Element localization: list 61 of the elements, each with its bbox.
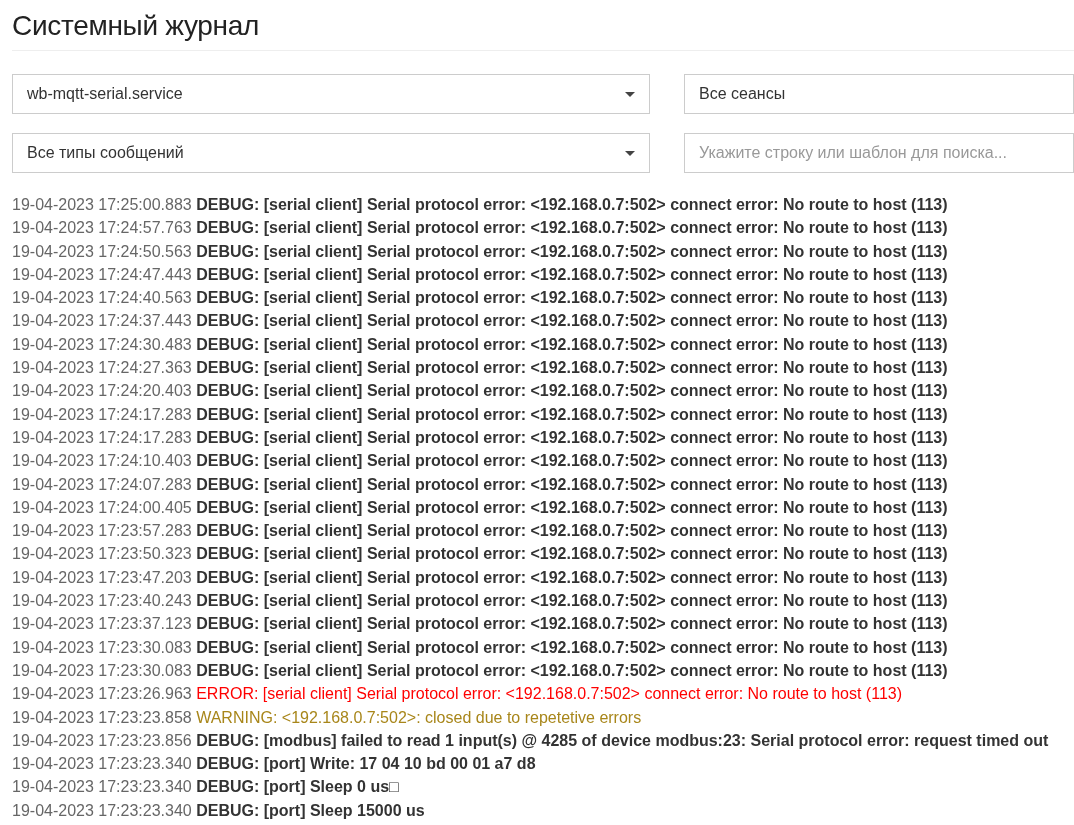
- log-message: DEBUG: [serial client] Serial protocol error: <192.168.0.7:502> connect error: No route to host (113): [196, 661, 948, 679]
- log-message: DEBUG: [serial client] Serial protocol error: <192.168.0.7:502> connect error: No route to host (113): [196, 592, 948, 610]
- timestamp: 19-04-2023 17:24:57.763: [12, 219, 192, 237]
- log-message: DEBUG: [serial client] Serial protocol error: <192.168.0.7:502> connect error: No route to host (113): [196, 498, 948, 516]
- caret-icon: [625, 150, 635, 156]
- log-message: DEBUG: [port] Sleep 15000 us: [196, 801, 425, 819]
- timestamp: 19-04-2023 17:23:37.123: [12, 615, 192, 633]
- timestamp: 19-04-2023 17:24:47.443: [12, 265, 192, 283]
- timestamp: 19-04-2023 17:24:27.363: [12, 359, 192, 377]
- log-message: DEBUG: [serial client] Serial protocol error: <192.168.0.7:502> connect error: No route to host (113): [196, 359, 948, 377]
- log-message: DEBUG: [serial client] Serial protocol error: <192.168.0.7:502> connect error: No route to host (113): [196, 638, 948, 656]
- log-message: DEBUG: [serial client] Serial protocol error: <192.168.0.7:502> connect error: No route to host (113): [196, 545, 948, 563]
- timestamp: 19-04-2023 17:24:30.483: [12, 335, 192, 353]
- timestamp: 19-04-2023 17:23:47.203: [12, 568, 192, 586]
- timestamp: 19-04-2023 17:23:23.858: [12, 708, 192, 726]
- log-message: DEBUG: [modbus] failed to read 1 input(s) @ 4285 of device modbus:23: Serial protocol error: request timed out: [196, 731, 1049, 749]
- log-message: ERROR: [serial client] Serial protocol error: <192.168.0.7:502> connect error: No route to host (113): [196, 685, 902, 703]
- timestamp: 19-04-2023 17:23:50.323: [12, 545, 192, 563]
- timestamp: 19-04-2023 17:24:40.563: [12, 289, 192, 307]
- timestamp: 19-04-2023 17:24:17.283: [12, 428, 192, 446]
- timestamp: 19-04-2023 17:23:30.083: [12, 661, 192, 679]
- timestamp: 19-04-2023 17:23:23.856: [12, 731, 192, 749]
- log-message: DEBUG: [serial client] Serial protocol error: <192.168.0.7:502> connect error: No route to host (113): [196, 615, 948, 633]
- log-message: DEBUG: [port] Write: 17 04 10 bd 00 01 a7 d8: [196, 755, 536, 773]
- log-message: DEBUG: [serial client] Serial protocol error: <192.168.0.7:502> connect error: No route to host (113): [196, 428, 948, 446]
- timestamp: 19-04-2023 17:24:10.403: [12, 452, 192, 470]
- log-message: DEBUG: [serial client] Serial protocol error: <192.168.0.7:502> connect error: No route to host (113): [196, 219, 948, 237]
- search-field[interactable]: Укажите строку или шаблон для поиска...: [684, 133, 1074, 173]
- log-message: WARNING: <192.168.0.7:502>: closed due to repetetive errors: [196, 708, 642, 726]
- log-message: DEBUG: [serial client] Serial protocol error: <192.168.0.7:502> connect error: No route to host (113): [196, 242, 948, 260]
- log-message: DEBUG: [port] Sleep 0 us□: [196, 778, 399, 796]
- page-title: Системный журнал: [12, 9, 261, 43]
- timestamp: 19-04-2023 17:24:07.283: [12, 475, 192, 493]
- log-message: DEBUG: [serial client] Serial protocol error: <192.168.0.7:502> connect error: No route to host (113): [196, 405, 948, 423]
- timestamp: 19-04-2023 17:24:20.403: [12, 382, 192, 400]
- log-message: DEBUG: [serial client] Serial protocol error: <192.168.0.7:502> connect error: No route to host (113): [196, 196, 948, 213]
- timestamp: 19-04-2023 17:23:23.340: [12, 801, 192, 819]
- timestamp: 19-04-2023 17:24:37.443: [12, 312, 192, 330]
- log-message: DEBUG: [serial client] Serial protocol error: <192.168.0.7:502> connect error: No route to host (113): [196, 568, 948, 586]
- timestamp: 19-04-2023 17:23:26.963: [12, 685, 192, 703]
- log-message: DEBUG: [serial client] Serial protocol error: <192.168.0.7:502> connect error: No route to host (113): [196, 522, 948, 540]
- log-message: DEBUG: [serial client] Serial protocol error: <192.168.0.7:502> connect error: No route to host (113): [196, 335, 948, 353]
- log-message: DEBUG: [serial client] Serial protocol error: <192.168.0.7:502> connect error: No route to host (113): [196, 312, 948, 330]
- timestamp: 19-04-2023 17:23:23.340: [12, 778, 192, 796]
- timestamp: 19-04-2023 17:24:00.405: [12, 498, 192, 516]
- log-message: DEBUG: [serial client] Serial protocol error: <192.168.0.7:502> connect error: No route to host (113): [196, 452, 948, 470]
- dropdown[interactable]: wb-mqtt-serial.service: [12, 74, 650, 114]
- timestamp: 19-04-2023 17:24:50.563: [12, 242, 192, 260]
- timestamp: 19-04-2023 17:25:00.883: [12, 196, 192, 213]
- caret-icon: [625, 91, 635, 97]
- dropdown[interactable]: Все типы сообщений: [12, 133, 650, 173]
- log-message: DEBUG: [serial client] Serial protocol error: <192.168.0.7:502> connect error: No route to host (113): [196, 289, 948, 307]
- log-message: DEBUG: [serial client] Serial protocol error: <192.168.0.7:502> connect error: No route to host (113): [196, 382, 948, 400]
- timestamp: 19-04-2023 17:23:40.243: [12, 592, 192, 610]
- log-message: DEBUG: [serial client] Serial protocol error: <192.168.0.7:502> connect error: No route to host (113): [196, 475, 948, 493]
- timestamp: 19-04-2023 17:24:17.283: [12, 405, 192, 423]
- log-message: DEBUG: [serial client] Serial protocol error: <192.168.0.7:502> connect error: No route to host (113): [196, 265, 948, 283]
- timestamp: 19-04-2023 17:23:57.283: [12, 522, 192, 540]
- timestamp: 19-04-2023 17:23:30.083: [12, 638, 192, 656]
- input-field[interactable]: Все сеансы: [684, 74, 1074, 114]
- timestamp: 19-04-2023 17:23:23.340: [12, 755, 192, 773]
